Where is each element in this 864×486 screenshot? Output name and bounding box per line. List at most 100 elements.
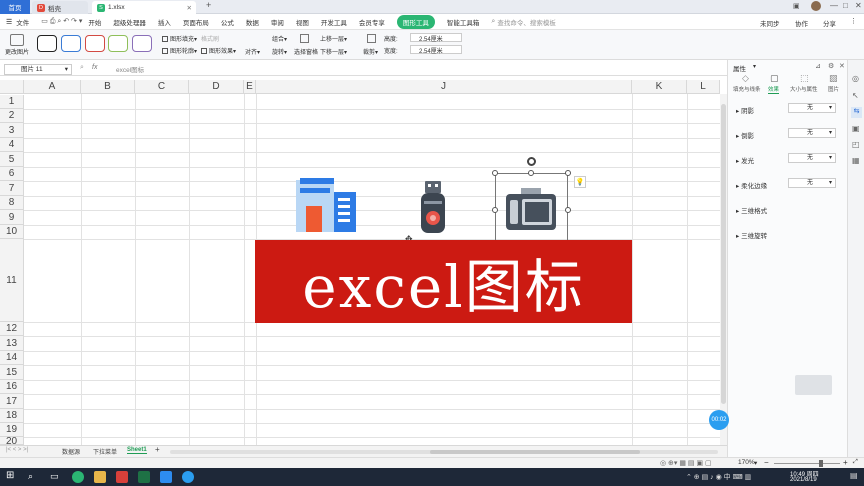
size-props-icon[interactable]: ⬚: [800, 73, 809, 84]
window-close-icon[interactable]: ✕: [855, 1, 862, 10]
row-header-2[interactable]: 2: [0, 109, 24, 123]
row-header-8[interactable]: 8: [0, 196, 24, 210]
clock-date[interactable]: 2021/8/19: [790, 477, 817, 483]
tab-daoke[interactable]: D 稻壳: [32, 1, 88, 14]
picture-tab-icon[interactable]: ▨: [829, 73, 838, 84]
shape-style-green[interactable]: [108, 35, 128, 52]
rail-properties-icon[interactable]: ⇆: [851, 107, 862, 118]
maximize-icon[interactable]: □: [843, 1, 848, 10]
shape-style-black[interactable]: [37, 35, 57, 52]
add-tab-button[interactable]: +: [206, 0, 211, 10]
prop-glow-select[interactable]: 无 ▾: [788, 153, 836, 163]
menu-home[interactable]: 开始: [88, 17, 101, 27]
row-header-1[interactable]: 1: [0, 95, 24, 109]
height-input[interactable]: 2.54厘米: [410, 33, 462, 43]
shape-style-blue[interactable]: [61, 35, 81, 52]
more-icon[interactable]: ⋮: [850, 17, 857, 25]
zoom-level[interactable]: 170%: [738, 459, 755, 466]
lightbulb-icon[interactable]: 💡: [574, 176, 586, 188]
row-header-6[interactable]: 6: [0, 167, 24, 181]
col-header-c[interactable]: C: [135, 80, 189, 94]
usb-drive-icon[interactable]: [420, 181, 446, 233]
name-box[interactable]: 图片 11 ▾: [4, 64, 72, 75]
tab-file[interactable]: S 1.xlsx ✕: [92, 1, 196, 14]
folder-icon[interactable]: [94, 471, 106, 483]
row-header-11[interactable]: 11: [0, 239, 24, 322]
zoom-slider-thumb[interactable]: [819, 460, 823, 467]
shape-outline-button[interactable]: 图形轮廓▾: [162, 46, 197, 55]
fullscreen-icon[interactable]: ⤢: [853, 459, 858, 466]
shape-style-red[interactable]: [85, 35, 105, 52]
resize-handle[interactable]: [565, 170, 571, 176]
send-backward-button[interactable]: 下移一层▾: [320, 47, 347, 56]
sheet-tab-dropdown[interactable]: 下拉菜单: [93, 447, 117, 456]
browser-icon[interactable]: [72, 471, 84, 483]
nav-arrows-icon[interactable]: |< < > >|: [6, 447, 28, 453]
menu-file[interactable]: 文件: [16, 17, 29, 27]
rail-backup-icon[interactable]: ◰: [852, 140, 860, 149]
row-header-18[interactable]: 18: [0, 409, 24, 423]
row-header-13[interactable]: 13: [0, 336, 24, 351]
scrollbar-thumb[interactable]: [721, 104, 726, 404]
panel-tab-picture[interactable]: 图片: [828, 85, 839, 93]
panel-tab-fill-line[interactable]: 填充与线条: [733, 85, 761, 93]
bring-forward-button[interactable]: 上移一层▾: [320, 34, 347, 43]
select-all-corner[interactable]: [0, 80, 24, 94]
menu-insert[interactable]: 插入: [158, 17, 171, 27]
view-mode-icons[interactable]: ◎ ⊕▾ ▦ ▤ ▣ ▢: [660, 459, 712, 467]
wps-icon[interactable]: [116, 471, 128, 483]
rotate-handle[interactable]: [527, 157, 536, 166]
notification-icon[interactable]: ▤: [850, 471, 858, 480]
panel-close-icon[interactable]: ✕: [839, 62, 845, 70]
prop-soft-edges[interactable]: ▸ 柔化边缘: [736, 180, 767, 190]
panel-tab-effects[interactable]: 效果: [768, 85, 780, 94]
row-header-15[interactable]: 15: [0, 365, 24, 380]
pin-icon[interactable]: ⊿: [815, 62, 821, 70]
resize-handle[interactable]: [565, 207, 571, 213]
row-header-10[interactable]: 10: [0, 225, 24, 239]
zoom-out-icon[interactable]: −: [764, 458, 769, 467]
vertical-scrollbar[interactable]: [720, 94, 727, 445]
menu-super-processor[interactable]: 超级处理器: [113, 17, 146, 27]
menu-formulas[interactable]: 公式: [221, 17, 234, 27]
zoom-dropdown-icon[interactable]: ▾: [754, 459, 757, 467]
row-header-19[interactable]: 19: [0, 423, 24, 437]
col-header-k[interactable]: K: [632, 80, 687, 94]
excel-icon[interactable]: [138, 471, 150, 483]
change-picture-button[interactable]: 更改图片: [5, 47, 29, 56]
rail-copy-icon[interactable]: ▣: [852, 124, 860, 133]
menu-smart-toolbox[interactable]: 智能工具箱: [447, 17, 480, 27]
col-header-j[interactable]: J: [256, 80, 632, 94]
collab-button[interactable]: 协作: [795, 18, 808, 28]
row-header-16[interactable]: 16: [0, 380, 24, 394]
resize-handle[interactable]: [528, 170, 534, 176]
width-input[interactable]: 2.54厘米: [410, 45, 462, 55]
shape-style-purple[interactable]: [132, 35, 152, 52]
resize-handle[interactable]: [492, 207, 498, 213]
add-sheet-button[interactable]: +: [155, 445, 160, 454]
menu-developer[interactable]: 开发工具: [321, 17, 347, 27]
shape-effects-button[interactable]: 图形效果▾: [201, 46, 236, 55]
horizontal-scrollbar-thumb[interactable]: [430, 450, 640, 454]
menu-review[interactable]: 审阅: [271, 17, 284, 27]
prop-reflection-select[interactable]: 无 ▾: [788, 128, 836, 138]
row-header-3[interactable]: 3: [0, 123, 24, 138]
prop-soft-edges-select[interactable]: 无 ▾: [788, 178, 836, 188]
resize-handle[interactable]: [492, 170, 498, 176]
sheet-tab-datasource[interactable]: 数据源: [62, 447, 80, 456]
task-view-icon[interactable]: ▭: [50, 471, 59, 482]
rail-shape-icon[interactable]: ◎: [852, 74, 859, 83]
row-header-17[interactable]: 17: [0, 394, 24, 409]
menu-drawing-tools[interactable]: 图形工具: [396, 14, 435, 29]
sheet-tab-sheet1[interactable]: Sheet1: [127, 447, 147, 454]
hamburger-icon[interactable]: ☰: [6, 18, 12, 26]
row-header-14[interactable]: 14: [0, 351, 24, 365]
app-icon[interactable]: [160, 471, 172, 483]
format-brush-button[interactable]: 格式刷: [201, 34, 219, 43]
selection-pane-button[interactable]: 选择窗格: [294, 47, 318, 56]
prop-3d-rotation[interactable]: ▸ 三维旋转: [736, 230, 767, 240]
effects-tab-icon[interactable]: ▢: [770, 73, 779, 84]
row-header-7[interactable]: 7: [0, 181, 24, 196]
search-icon[interactable]: ⌕: [28, 471, 33, 482]
col-header-a[interactable]: A: [24, 80, 81, 94]
